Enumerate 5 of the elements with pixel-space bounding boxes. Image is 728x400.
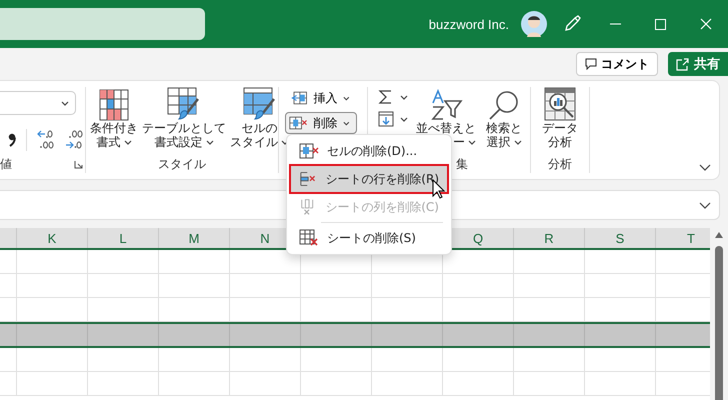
group-label: スタイル: [158, 156, 206, 173]
group-label: 値: [0, 156, 12, 173]
account-name: buzzword Inc.: [428, 16, 509, 32]
group-label: 分析: [548, 156, 572, 173]
group-label: 集: [456, 156, 468, 173]
